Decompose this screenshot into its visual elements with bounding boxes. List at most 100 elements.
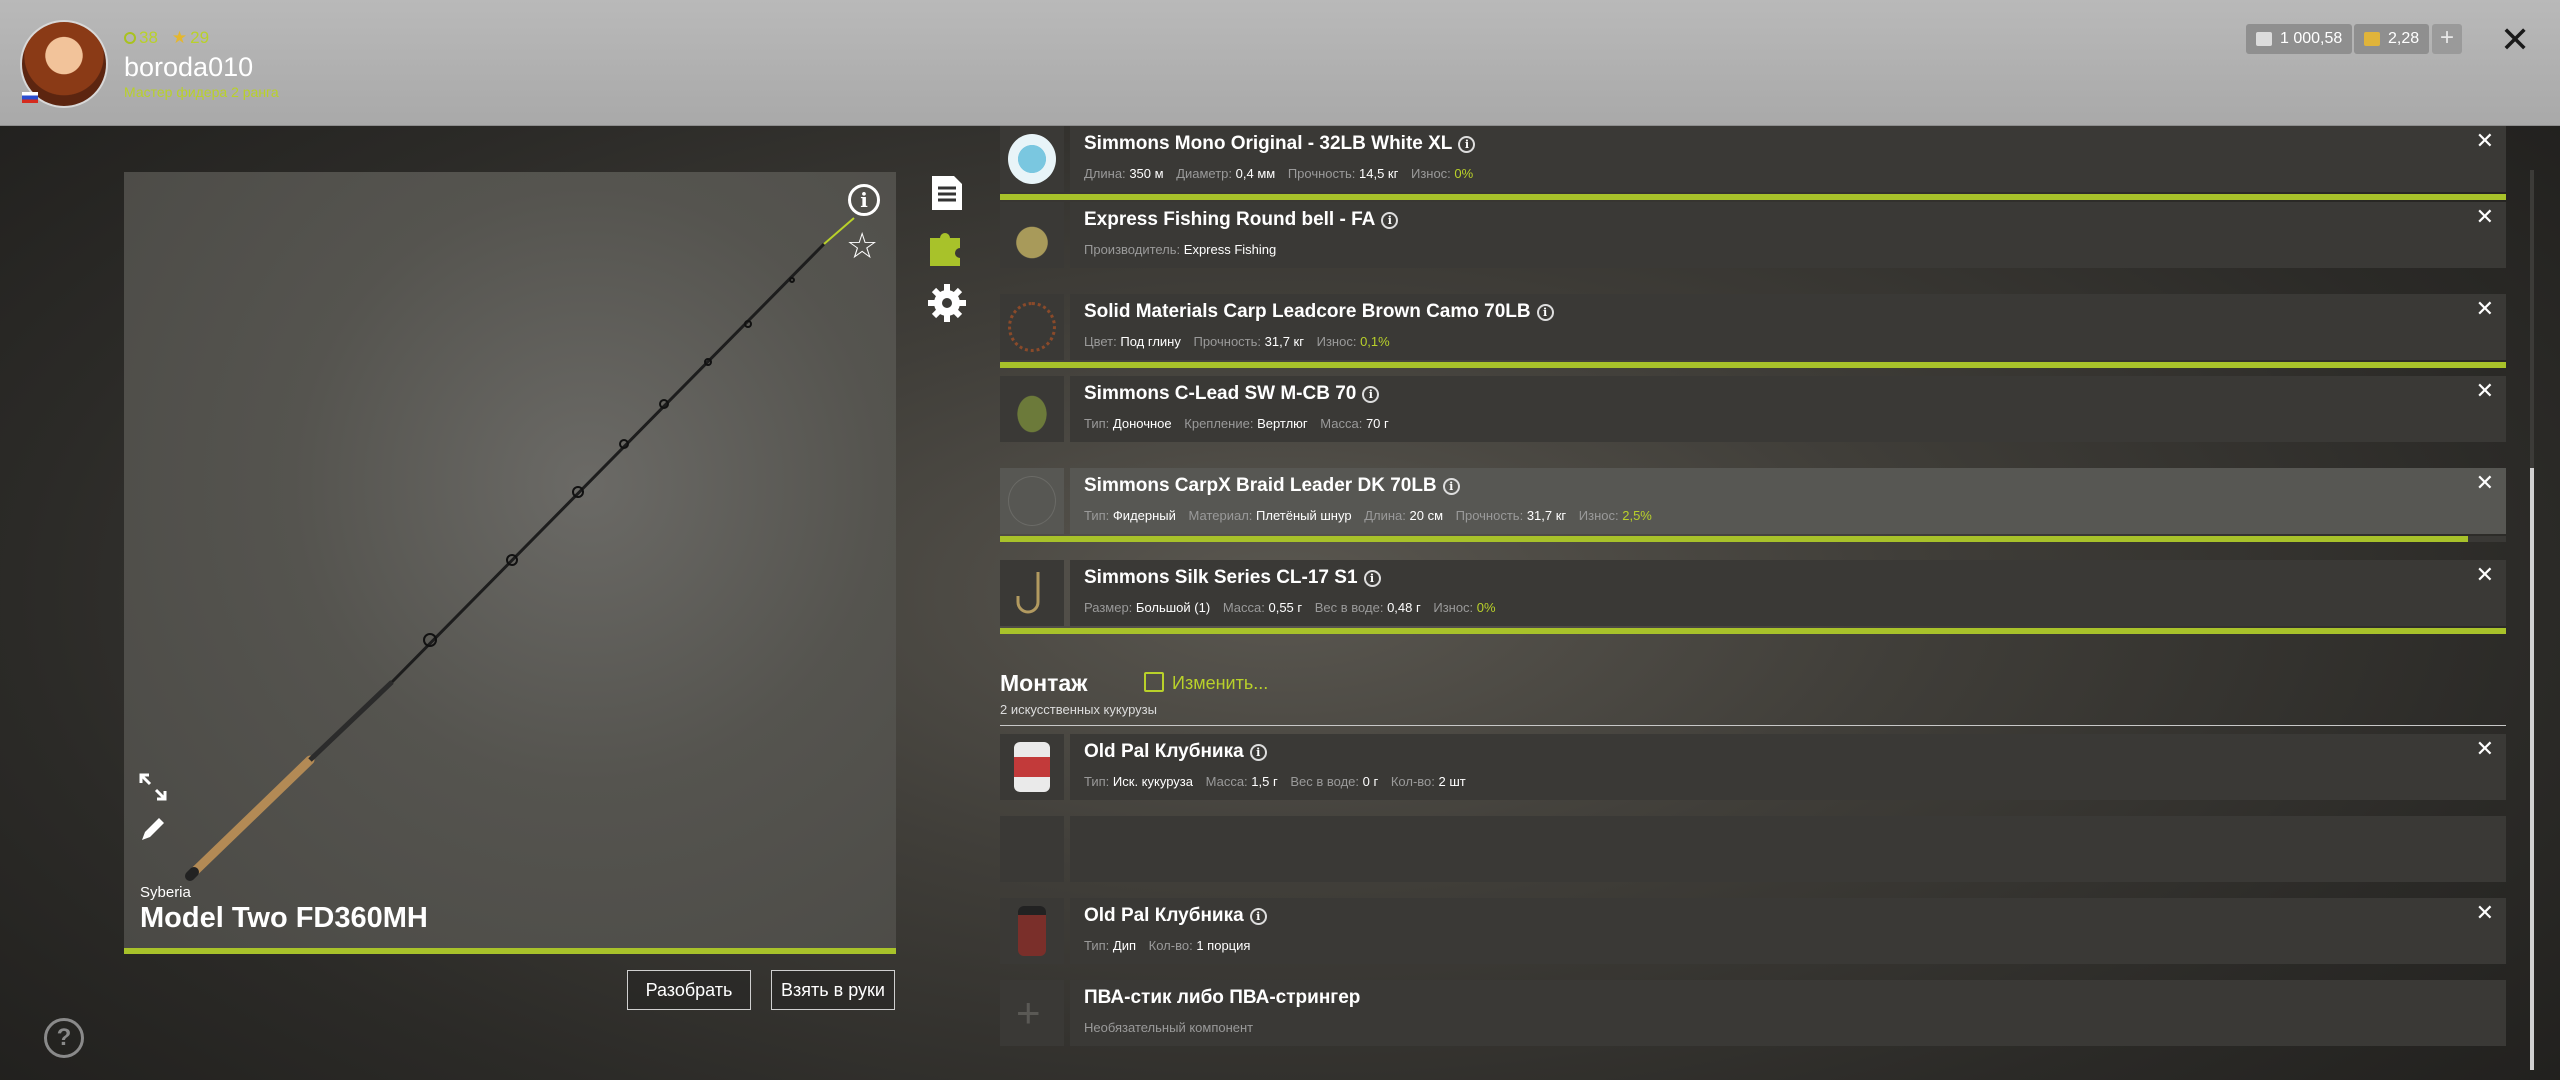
info-icon[interactable]: i (1381, 212, 1399, 229)
player-stats: 38 ★ 29 (124, 28, 209, 48)
remove-item-icon[interactable]: ✕ (2476, 736, 2494, 762)
expand-icon[interactable] (138, 772, 168, 802)
gear-icon[interactable] (926, 282, 968, 324)
take-in-hands-button[interactable]: Взять в руки (771, 970, 895, 1010)
remove-item-icon[interactable]: ✕ (2476, 128, 2494, 154)
item-meta: Необязательный компонент (1084, 1020, 1253, 1035)
list-item-sinker[interactable]: Simmons C-Lead SW M-CB 70 i Тип: Доночное… (1000, 376, 2506, 442)
add-currency-button[interactable]: + (2432, 24, 2462, 54)
item-thumbnail: + (1000, 980, 1064, 1046)
leader-image (1008, 476, 1056, 526)
info-icon[interactable]: i (848, 184, 880, 216)
top-bar: 38 ★ 29 boroda010 Мастер фидера 2 ранга 1… (0, 0, 2560, 126)
meta-value: 0% (1476, 600, 1496, 615)
remove-item-icon[interactable]: ✕ (2476, 296, 2494, 322)
meta-label: Тип: (1084, 938, 1110, 953)
divider (1000, 725, 2506, 726)
meta-label: Кол-во: (1390, 774, 1435, 789)
dip-bottle-image (1018, 906, 1046, 956)
meta-label: Вес в воде: (1290, 774, 1360, 789)
disassemble-button[interactable]: Разобрать (627, 970, 751, 1010)
puzzle-icon[interactable] (926, 226, 968, 268)
info-icon[interactable]: i (1442, 478, 1460, 495)
info-icon[interactable]: i (1362, 386, 1380, 403)
meta-label: Прочность: (1193, 334, 1262, 349)
meta-label: Масса: (1320, 416, 1363, 431)
info-icon[interactable]: i (1249, 744, 1267, 761)
silver-value: 1 000,58 (2280, 30, 2343, 47)
meta-value: 20 см (1409, 508, 1444, 523)
item-meta: Размер: Большой (1) Масса: 0,55 г Вес в … (1084, 600, 1505, 615)
wear-bar (1000, 536, 2468, 542)
remove-item-icon[interactable]: ✕ (2476, 378, 2494, 404)
scrollbar[interactable] (2530, 170, 2534, 1070)
list-item-leader[interactable]: Simmons CarpX Braid Leader DK 70LB i Тип:… (1000, 468, 2506, 542)
meta-value: 70 г (1365, 416, 1389, 431)
meta-label: Износ: (1578, 508, 1619, 523)
meta-value: Доночное (1112, 416, 1172, 431)
meta-value: 350 м (1129, 166, 1164, 181)
meta-value: 1,5 г (1251, 774, 1278, 789)
item-title: Simmons Silk Series CL-17 S1 (1084, 567, 1358, 588)
empty-slot[interactable] (1000, 816, 2506, 882)
montage-title: Монтаж (1000, 670, 1088, 696)
close-icon[interactable]: ✕ (2500, 20, 2530, 60)
meta-value: 2 шт (1438, 774, 1466, 789)
meta-value: 0,55 г (1268, 600, 1303, 615)
document-icon[interactable] (926, 172, 968, 214)
meta-value: 0,4 мм (1235, 166, 1276, 181)
list-item-line[interactable]: Simmons Mono Original - 32LB White XL i Д… (1000, 126, 2506, 200)
info-icon[interactable]: i (1363, 570, 1381, 587)
meta-value: 0,1% (1360, 334, 1390, 349)
meta-label: Длина: (1084, 166, 1126, 181)
meta-label: Вес в воде: (1314, 600, 1384, 615)
meta-value: 31,7 кг (1264, 334, 1304, 349)
stars-value: 29 (190, 28, 210, 47)
list-item-bell[interactable]: Express Fishing Round bell - FA i Произво… (1000, 202, 2506, 268)
wear-bar (1000, 628, 2506, 634)
help-icon[interactable]: ? (44, 1018, 84, 1058)
edit-label: Изменить... (1172, 673, 1269, 693)
remove-item-icon[interactable]: ✕ (2476, 900, 2494, 926)
scrollbar-thumb[interactable] (2530, 468, 2534, 1070)
meta-value: Дип (1112, 938, 1137, 953)
optional-note: Необязательный компонент (1084, 1020, 1254, 1035)
edit-montage-link[interactable]: Изменить... (1144, 672, 1268, 694)
add-plus-icon[interactable]: + (1016, 992, 1041, 1034)
hook-image (1016, 572, 1040, 614)
meta-value: Плетёный шнур (1256, 508, 1352, 523)
info-icon[interactable]: i (1458, 136, 1476, 153)
item-thumbnail (1000, 294, 1064, 360)
item-thumbnail (1000, 126, 1064, 192)
list-item-leadcore[interactable]: Solid Materials Carp Leadcore Brown Camo… (1000, 294, 2506, 368)
list-item-hook[interactable]: Simmons Silk Series CL-17 S1 i Размер: Бо… (1000, 560, 2506, 634)
pencil-icon[interactable] (138, 814, 168, 844)
item-thumbnail (1000, 376, 1064, 442)
remove-item-icon[interactable]: ✕ (2476, 204, 2494, 230)
meta-label: Материал: (1188, 508, 1253, 523)
item-meta: Тип: Иск. кукуруза Масса: 1,5 г Вес в во… (1084, 774, 1475, 789)
meta-label: Масса: (1205, 774, 1248, 789)
info-icon[interactable]: i (1536, 304, 1554, 321)
meta-label: Кол-во: (1148, 938, 1193, 953)
item-thumbnail (1000, 898, 1064, 964)
item-meta: Производитель: Express Fishing (1084, 242, 1285, 257)
list-item-bait[interactable]: Old Pal Клубника i Тип: Иск. кукуруза Мас… (1000, 734, 2506, 800)
item-thumbnail (1000, 816, 1064, 882)
star-icon: ★ (171, 28, 188, 47)
list-item-dip[interactable]: Old Pal Клубника i Тип: Дип Кол-во: 1 пор… (1000, 898, 2506, 964)
meta-value: Фидерный (1112, 508, 1176, 523)
montage-subtitle: 2 искусственных кукурузы (1000, 702, 1157, 717)
bell-image (1008, 210, 1056, 260)
gold-balance: 2,28 (2354, 24, 2430, 54)
meta-value: 0,48 г (1387, 600, 1421, 615)
info-icon[interactable]: i (1249, 908, 1267, 925)
remove-item-icon[interactable]: ✕ (2476, 470, 2494, 496)
list-item-pva[interactable]: + ПВА-стик либо ПВА-стрингер Необязатель… (1000, 980, 2506, 1046)
remove-item-icon[interactable]: ✕ (2476, 562, 2494, 588)
favorite-star-icon[interactable]: ☆ (846, 226, 878, 266)
item-title: Simmons Mono Original - 32LB White XL (1084, 133, 1453, 154)
edit-icon (1144, 672, 1164, 692)
sinker-image (1008, 384, 1056, 434)
item-meta: Тип: Фидерный Материал: Плетёный шнур Дл… (1084, 508, 1661, 523)
